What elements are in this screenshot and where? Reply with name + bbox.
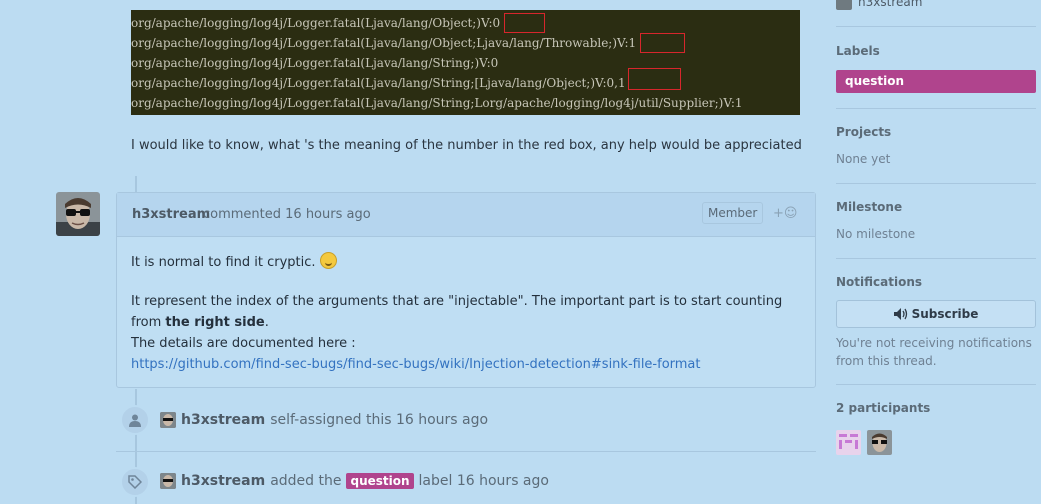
code-line: org/apache/logging/log4j/Logger.fatal(Lj…	[131, 56, 499, 70]
event-author[interactable]: h3xstream	[181, 473, 265, 489]
label-question[interactable]: question	[346, 473, 414, 489]
notifications-title: Notifications	[836, 275, 923, 289]
speaker-icon	[893, 308, 907, 320]
red-highlight-box	[628, 68, 681, 90]
participant-avatar[interactable]	[867, 430, 892, 455]
event-author[interactable]: h3xstream	[181, 412, 265, 428]
divider	[116, 451, 816, 452]
sidebar-divider	[836, 108, 1036, 109]
sidebar-label-question[interactable]: question	[836, 70, 1036, 93]
comment-body: It is normal to find it cryptic. It repr…	[117, 237, 815, 390]
comment-timestamp[interactable]: commented 16 hours ago	[203, 207, 371, 222]
milestone-title[interactable]: Milestone	[836, 200, 902, 214]
participants-list	[836, 430, 892, 455]
avatar[interactable]	[160, 473, 176, 489]
code-line: org/apache/logging/log4j/Logger.fatal(Lj…	[131, 16, 501, 30]
wiki-link[interactable]: https://github.com/find-sec-bugs/find-se…	[131, 357, 701, 372]
tag-icon	[120, 467, 150, 497]
comment-author[interactable]: h3xstream	[132, 207, 210, 222]
assigned-event: h3xstream self-assigned this 16 hours ag…	[160, 412, 488, 428]
assignee-name: h3xstream	[858, 0, 923, 9]
member-badge: Member	[702, 202, 764, 224]
projects-value: None yet	[836, 152, 891, 166]
question-text: I would like to know, what 's the meanin…	[131, 138, 802, 153]
code-line: org/apache/logging/log4j/Logger.fatal(Lj…	[131, 76, 626, 90]
code-line: org/apache/logging/log4j/Logger.fatal(Lj…	[131, 96, 743, 110]
avatar[interactable]	[160, 412, 176, 428]
milestone-value: No milestone	[836, 227, 916, 241]
labeled-event: h3xstream added the question label 16 ho…	[160, 473, 549, 489]
smile-emoji-icon	[319, 252, 337, 269]
red-highlight-box	[640, 33, 685, 53]
comment-text: .	[264, 315, 269, 330]
sidebar-divider	[836, 384, 1036, 385]
projects-title[interactable]: Projects	[836, 125, 891, 139]
participants-title: 2 participants	[836, 401, 931, 415]
sidebar-divider	[836, 183, 1036, 184]
notifications-note: You're not receiving notifications from …	[836, 336, 1032, 368]
comment-header: h3xstream commented 16 hours ago Member …	[117, 193, 815, 237]
comment-paragraph: It is normal to find it cryptic.	[131, 255, 316, 270]
person-icon	[120, 405, 150, 435]
event-text: label 16 hours ago	[418, 473, 549, 489]
comment-paragraph: The details are documented here :	[131, 336, 356, 351]
sidebar-assignee[interactable]: h3xstream	[836, 0, 922, 10]
sidebar-divider	[836, 26, 1036, 27]
event-text: self-assigned this 16 hours ago	[270, 412, 489, 428]
code-line: org/apache/logging/log4j/Logger.fatal(Lj…	[131, 36, 637, 50]
labels-title[interactable]: Labels	[836, 44, 880, 58]
subscribe-button[interactable]: Subscribe	[836, 300, 1036, 328]
avatar	[836, 0, 852, 10]
event-text: added the	[270, 473, 342, 489]
add-reaction-button[interactable]: +☺	[773, 206, 797, 221]
code-block: org/apache/logging/log4j/Logger.fatal(Lj…	[131, 10, 800, 115]
comment: h3xstream commented 16 hours ago Member …	[116, 192, 816, 388]
bold-text: the right side	[165, 315, 265, 330]
timeline-line	[135, 176, 137, 192]
red-highlight-box	[504, 13, 545, 33]
subscribe-label: Subscribe	[911, 307, 979, 321]
avatar[interactable]	[56, 192, 100, 236]
participant-avatar[interactable]	[836, 430, 861, 455]
sidebar-divider	[836, 258, 1036, 259]
